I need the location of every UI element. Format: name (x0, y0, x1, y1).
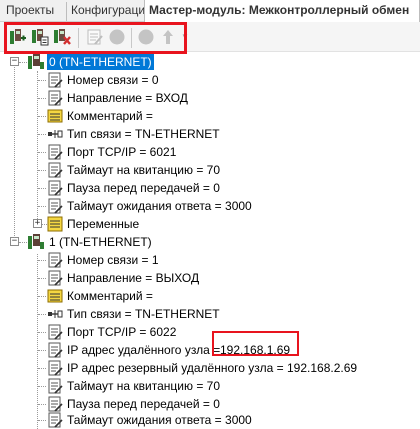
param-label[interactable]: Таймаут ожидания ответа = 3000 (67, 198, 252, 214)
param-icon (48, 270, 63, 286)
param-label[interactable]: Пауза перед передачей = 0 (67, 396, 220, 412)
tree-node-label[interactable]: 1 (TN-ETHERNET) (49, 234, 152, 250)
param-label[interactable]: Пауза перед передачей = 0 (67, 180, 220, 196)
connection-node-icon (28, 234, 44, 249)
param-label[interactable]: Таймаут ожидания ответа = 3000 (67, 412, 252, 428)
tree-item[interactable]: Таймаут на квитанцию = 70 (0, 161, 420, 179)
tab-master-module[interactable]: Мастер-модуль: Межконтроллерный обмен (144, 0, 420, 22)
param-label[interactable]: Номер связи = 1 (67, 252, 159, 268)
tree-node-1[interactable]: − 1 (TN-ETHERNET) (0, 233, 420, 251)
param-icon (48, 162, 63, 178)
tree-item-variables[interactable]: + Переменные (0, 215, 420, 233)
tree-item[interactable]: Комментарий = (0, 107, 420, 125)
param-icon (48, 360, 63, 376)
tab-projects[interactable]: Проекты (2, 2, 58, 21)
tree-item[interactable]: Порт TCP/IP = 6022 (0, 323, 420, 341)
tab-configuration[interactable]: Конфигурация (66, 2, 156, 21)
connection-node-icon (28, 54, 44, 69)
param-icon (48, 72, 63, 88)
tree-item[interactable]: IP адрес резервный удалённого узла = 192… (0, 359, 420, 377)
param-label[interactable]: Порт TCP/IP = 6022 (67, 324, 176, 340)
tree-item[interactable]: Направление = ВЫХОД (0, 269, 420, 287)
tree-node-0[interactable]: − 0 (TN-ETHERNET) (0, 53, 420, 71)
param-label[interactable]: Комментарий = (67, 288, 153, 304)
param-label[interactable]: Таймаут на квитанцию = 70 (67, 378, 220, 394)
tree-item[interactable]: Тип связи = TN-ETHERNET (0, 305, 420, 323)
tree-item[interactable]: Тип связи = TN-ETHERNET (0, 125, 420, 143)
link-type-icon (48, 130, 63, 138)
tree-item[interactable]: Номер связи = 1 (0, 251, 420, 269)
link-type-icon (48, 310, 63, 318)
param-icon (48, 378, 63, 394)
param-label[interactable]: Номер связи = 0 (67, 72, 159, 88)
toolbar-highlight-box (4, 22, 187, 54)
param-icon (48, 342, 63, 358)
tab-bar: Проекты Конфигурация Мастер-модуль: Межк… (0, 0, 420, 22)
variables-label[interactable]: Переменные (67, 216, 139, 232)
param-label[interactable]: Тип связи = TN-ETHERNET (67, 126, 220, 142)
param-label[interactable]: Порт TCP/IP = 6021 (67, 144, 176, 160)
param-label[interactable]: Тип связи = TN-ETHERNET (67, 306, 220, 322)
param-icon (48, 324, 63, 340)
collapse-icon[interactable]: − (10, 237, 19, 246)
tree-item[interactable]: Таймаут ожидания ответа = 3000 (0, 411, 420, 429)
param-icon (48, 252, 63, 268)
param-label[interactable]: Таймаут на квитанцию = 70 (67, 162, 220, 178)
param-icon (48, 396, 63, 412)
tree-item[interactable]: Порт TCP/IP = 6021 (0, 143, 420, 161)
collapse-icon[interactable]: − (10, 57, 19, 66)
variables-icon (47, 216, 63, 232)
param-label[interactable]: Комментарий = (67, 108, 153, 124)
tree-item[interactable]: Комментарий = (0, 287, 420, 305)
param-label[interactable]: Направление = ВЫХОД (67, 270, 199, 286)
tree-item[interactable]: Направление = ВХОД (0, 89, 420, 107)
param-label[interactable]: IP адрес удалённого узла = (67, 342, 220, 358)
ip-highlight-box (212, 331, 299, 356)
tree-view[interactable]: − 0 (TN-ETHERNET) Номер связи = 0 Направ… (0, 53, 420, 429)
param-icon (48, 198, 63, 214)
param-icon (48, 412, 63, 428)
tree-item[interactable]: Пауза перед передачей = 0 (0, 179, 420, 197)
comment-icon (47, 289, 63, 303)
tree-item-remote-ip[interactable]: IP адрес удалённого узла = 192.168.1.69 (0, 341, 420, 359)
tree-item[interactable]: Таймаут ожидания ответа = 3000 (0, 197, 420, 215)
param-icon (48, 90, 63, 106)
param-icon (48, 180, 63, 196)
expand-icon[interactable]: + (33, 219, 42, 228)
tree-node-label[interactable]: 0 (TN-ETHERNET) (47, 54, 154, 70)
tree-item[interactable]: Таймаут на квитанцию = 70 (0, 377, 420, 395)
param-label[interactable]: IP адрес резервный удалённого узла = 192… (67, 360, 357, 376)
param-label[interactable]: Направление = ВХОД (67, 90, 188, 106)
tree-item[interactable]: Номер связи = 0 (0, 71, 420, 89)
comment-icon (47, 109, 63, 123)
param-icon (48, 144, 63, 160)
